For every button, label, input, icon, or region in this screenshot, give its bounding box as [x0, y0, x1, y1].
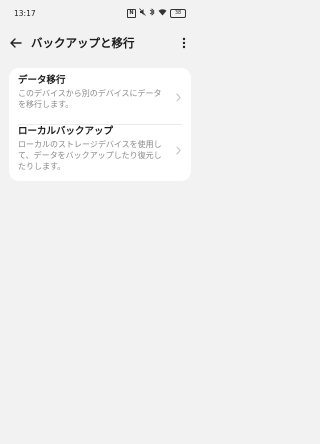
- arrow-left-icon: [10, 38, 22, 48]
- list-item-local-backup[interactable]: ローカルバックアップ ローカルのストレージデバイスを使用して、データをバックアッ…: [9, 125, 191, 181]
- item-title: データ移行: [18, 75, 66, 86]
- battery-level: 38: [174, 9, 182, 16]
- app-bar: バックアップと移行: [0, 26, 200, 60]
- wifi-icon: [158, 8, 167, 18]
- battery-icon: 38: [170, 8, 186, 18]
- item-title: ローカルバックアップ: [18, 126, 114, 137]
- chevron-right-icon: [174, 145, 182, 155]
- status-icons: N 38: [127, 8, 186, 18]
- nfc-icon: N: [127, 8, 136, 18]
- chevron-right-icon: [174, 92, 182, 102]
- mute-icon: [139, 8, 146, 18]
- item-description: ローカルのストレージデバイスを使用して、データをバックアップしたり復元したりしま…: [18, 140, 162, 171]
- item-description: このデバイスから別のデバイスにデータを移行します。: [18, 89, 162, 109]
- page-title: バックアップと移行: [31, 36, 135, 50]
- more-vertical-icon: [182, 37, 186, 49]
- more-options-button[interactable]: [176, 34, 192, 52]
- status-time: 13:17: [14, 8, 36, 18]
- back-button[interactable]: [6, 33, 26, 53]
- settings-card: データ移行 このデバイスから別のデバイスにデータを移行します。 ローカルバックア…: [9, 68, 191, 181]
- list-item-data-transfer[interactable]: データ移行 このデバイスから別のデバイスにデータを移行します。: [9, 74, 191, 122]
- bluetooth-icon: [149, 8, 155, 18]
- status-bar: 13:17 N 38: [0, 0, 200, 26]
